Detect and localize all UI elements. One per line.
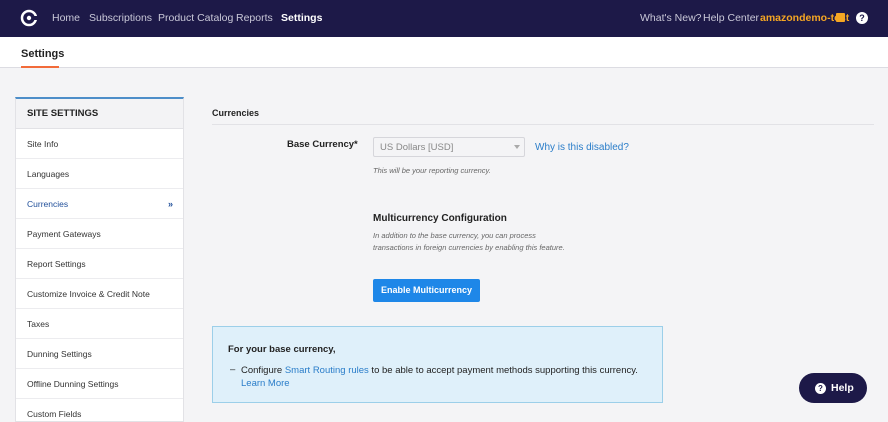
info-box: For your base currency, – Configure Smar… xyxy=(212,326,663,403)
nav-home[interactable]: Home xyxy=(52,0,80,37)
sidebar-item-label: Currencies xyxy=(27,199,69,209)
sidebar-item-payment-gateways[interactable]: Payment Gateways xyxy=(16,219,183,249)
sidebar-item-offline-dunning[interactable]: Offline Dunning Settings xyxy=(16,369,183,399)
help-center-link[interactable]: Help Center xyxy=(703,0,759,37)
nav-product-catalog[interactable]: Product Catalog xyxy=(158,0,233,37)
sidebar-item-label: Dunning Settings xyxy=(27,349,92,359)
sidebar-item-label: Custom Fields xyxy=(27,409,82,419)
chargebee-logo-icon[interactable] xyxy=(20,9,38,27)
info-title: For your base currency, xyxy=(228,344,336,355)
chevron-right-icon: » xyxy=(167,199,173,209)
whats-new-link[interactable]: What's New? xyxy=(640,0,702,37)
nav-reports[interactable]: Reports xyxy=(236,0,273,37)
sidebar-item-site-info[interactable]: Site Info xyxy=(16,129,183,159)
info-text-prefix: Configure xyxy=(241,365,285,376)
info-text: Configure Smart Routing rules to be able… xyxy=(241,364,661,390)
settings-header-bar xyxy=(0,37,888,68)
sidebar-item-label: Taxes xyxy=(27,319,50,329)
sidebar-item-label: Site Info xyxy=(27,139,59,149)
settings-sidebar: SITE SETTINGS Site Info Languages Curren… xyxy=(15,97,184,422)
active-tab-underline xyxy=(21,66,59,68)
sidebar-item-label: Customize Invoice & Credit Note xyxy=(27,289,150,299)
base-currency-select: US Dollars [USD] xyxy=(373,137,525,157)
help-icon: ? xyxy=(815,383,826,394)
help-button[interactable]: ? Help xyxy=(799,373,867,403)
smart-routing-link[interactable]: Smart Routing rules xyxy=(285,365,369,376)
help-button-label: Help xyxy=(831,382,854,394)
sidebar-item-languages[interactable]: Languages xyxy=(16,159,183,189)
sidebar-item-label: Report Settings xyxy=(27,259,86,269)
sidebar-item-label: Payment Gateways xyxy=(27,229,101,239)
dropdown-badge-icon[interactable] xyxy=(836,13,845,22)
reporting-currency-hint: This will be your reporting currency. xyxy=(373,166,491,175)
base-currency-value: US Dollars [USD] xyxy=(380,142,454,153)
sidebar-item-customize-invoice[interactable]: Customize Invoice & Credit Note xyxy=(16,279,183,309)
info-dash: – xyxy=(230,364,236,375)
top-navigation: Home Subscriptions Product Catalog Repor… xyxy=(0,0,888,37)
learn-more-link[interactable]: Learn More xyxy=(241,378,290,389)
sidebar-item-currencies[interactable]: Currencies » xyxy=(16,189,183,219)
page-title[interactable]: Settings xyxy=(21,48,64,60)
help-icon[interactable]: ? xyxy=(856,12,868,24)
sidebar-item-label: Languages xyxy=(27,169,70,179)
nav-settings[interactable]: Settings xyxy=(281,0,322,37)
multicurrency-description: In addition to the base currency, you ca… xyxy=(373,231,565,252)
multicurrency-title: Multicurrency Configuration xyxy=(373,213,507,224)
enable-multicurrency-button[interactable]: Enable Multicurrency xyxy=(373,279,480,302)
nav-subscriptions[interactable]: Subscriptions xyxy=(89,0,152,37)
sidebar-item-report-settings[interactable]: Report Settings xyxy=(16,249,183,279)
info-text-suffix: to be able to accept payment methods sup… xyxy=(368,365,638,376)
why-disabled-link[interactable]: Why is this disabled? xyxy=(535,142,629,153)
sidebar-item-dunning-settings[interactable]: Dunning Settings xyxy=(16,339,183,369)
sidebar-header: SITE SETTINGS xyxy=(16,99,183,129)
sidebar-item-label: Offline Dunning Settings xyxy=(27,379,119,389)
chevron-down-icon xyxy=(514,145,520,149)
section-title: Currencies xyxy=(212,108,260,118)
section-divider xyxy=(212,124,874,125)
sidebar-item-taxes[interactable]: Taxes xyxy=(16,309,183,339)
sidebar-item-custom-fields[interactable]: Custom Fields xyxy=(16,399,183,422)
base-currency-label: Base Currency* xyxy=(287,139,358,150)
